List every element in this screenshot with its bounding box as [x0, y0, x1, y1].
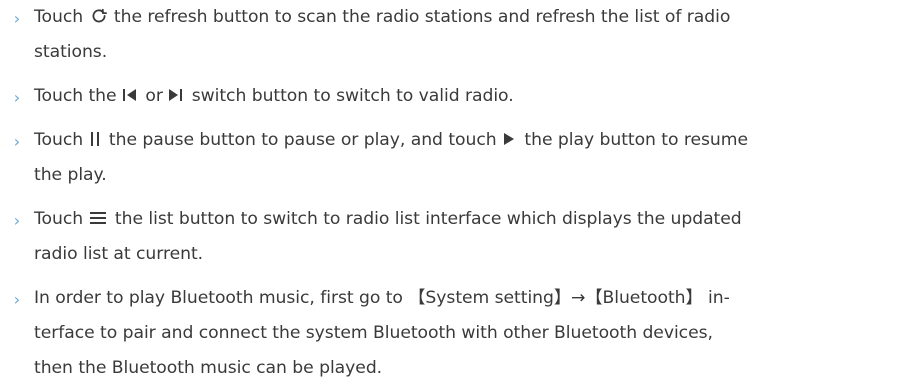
list-item-text-part: Touch [34, 209, 84, 229]
list-item-text: Touch the list button to switch to radio… [34, 202, 890, 272]
list-item-text-part: Touch the [34, 86, 117, 106]
list-item-text: Touch the refresh button to scan the rad… [34, 0, 890, 70]
list-item: › Touch the or switch button to switch t… [0, 79, 903, 115]
previous-track-icon [122, 87, 137, 103]
play-icon [502, 131, 516, 147]
bullet-icon: › [13, 132, 21, 151]
list-item-text-part: In order to play Bluetooth music, first … [34, 288, 730, 308]
bullet-icon: › [13, 211, 21, 230]
pause-icon [89, 130, 101, 148]
bullet-icon: › [13, 88, 21, 107]
list-item-text: In order to play Bluetooth music, first … [34, 281, 890, 386]
list-item-text-part: the play. [34, 165, 107, 185]
list-item-text-part: then the Bluetooth music can be played. [34, 358, 383, 378]
list-item-text-part: radio list at current. [34, 244, 204, 264]
document-page: › Touch the refresh button to scan the r… [0, 0, 903, 385]
list-item: › In order to play Bluetooth music, firs… [0, 281, 903, 385]
list-item: › Touch the list button to switch to rad… [0, 202, 903, 274]
refresh-icon [90, 7, 108, 25]
list-item-text-part: the pause button to pause or play, and t… [108, 130, 497, 150]
list-item-text-part: terface to pair and connect the system B… [34, 323, 713, 343]
list-item: › Touch the refresh button to scan the r… [0, 0, 903, 72]
list-item-text-part: the list button to switch to radio list … [114, 209, 742, 229]
bullet-icon: › [13, 290, 21, 309]
list-item-text-part: Touch [34, 7, 84, 27]
list-item: › Touch the pause button to pause or pla… [0, 123, 903, 195]
list-item-text-part: stations. [34, 42, 108, 62]
list-icon [89, 210, 107, 226]
list-item-text-part: or [145, 86, 163, 106]
bullet-icon: › [13, 9, 21, 28]
list-item-text: Touch the or switch button to switch to … [34, 79, 890, 114]
next-track-icon [168, 87, 183, 103]
list-item-text-part: switch button to switch to valid radio. [191, 86, 514, 106]
list-item-text-part: Touch [34, 130, 84, 150]
list-item-text-part: the refresh button to scan the radio sta… [113, 7, 731, 27]
list-item-text: Touch the pause button to pause or play,… [34, 123, 890, 193]
list-item-text-part: the play button to resume [524, 130, 748, 150]
